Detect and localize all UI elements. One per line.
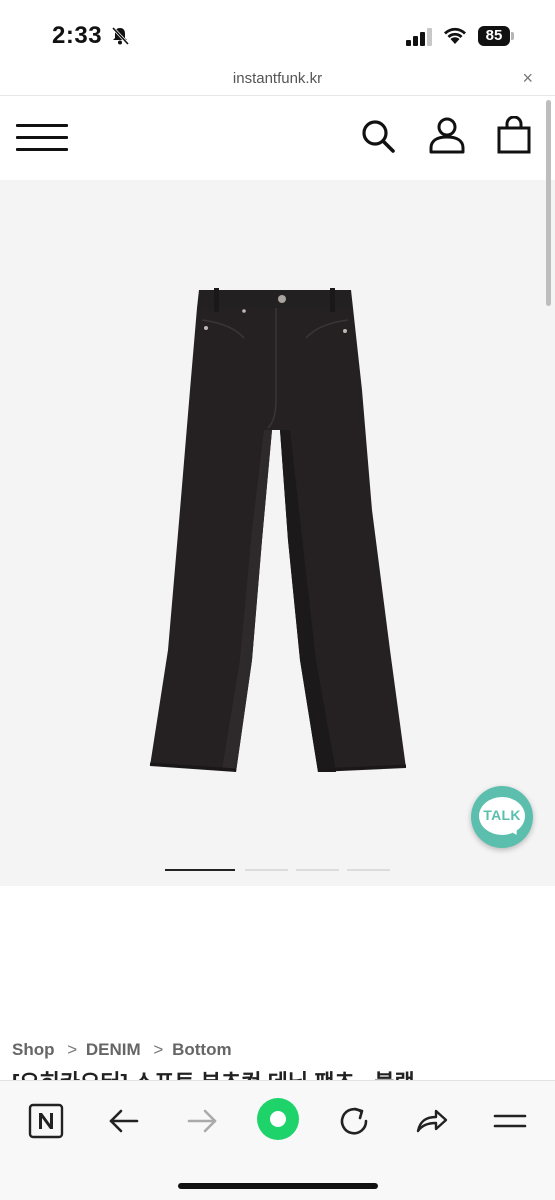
forward-arrow-icon[interactable]	[184, 1103, 220, 1139]
user-icon[interactable]	[428, 116, 466, 154]
naver-n-icon[interactable]	[28, 1103, 64, 1139]
url-text[interactable]: instantfunk.kr	[0, 70, 555, 87]
carousel-dot-3[interactable]	[296, 869, 339, 871]
search-icon[interactable]	[360, 118, 396, 154]
carousel-dot-1[interactable]	[165, 869, 235, 871]
back-arrow-icon[interactable]	[106, 1103, 142, 1139]
scrollbar[interactable]	[546, 100, 551, 306]
home-indicator	[178, 1183, 378, 1189]
url-bar[interactable]: instantfunk.kr ×	[0, 66, 555, 96]
signal-icon	[406, 28, 432, 46]
breadcrumb-bottom[interactable]: Bottom	[172, 1040, 231, 1059]
breadcrumb: Shop > DENIM > Bottom	[12, 1040, 232, 1060]
refresh-icon[interactable]	[336, 1103, 372, 1139]
menu-lines-icon[interactable]	[492, 1103, 528, 1139]
product-title-text: [오히카오터] 스프트 부츠컷 데님 팬츠 - 블랙	[12, 1070, 532, 1080]
close-icon[interactable]: ×	[522, 68, 533, 89]
carousel-dot-4[interactable]	[347, 869, 390, 871]
carousel-indicator	[165, 869, 395, 872]
green-dot-icon[interactable]	[256, 1097, 300, 1141]
breadcrumb-separator: >	[153, 1040, 164, 1059]
wifi-icon	[444, 27, 466, 44]
browser-toolbar	[0, 1080, 555, 1200]
product-image-carousel[interactable]	[0, 180, 555, 886]
product-title: [오히카오터] 스프트 부츠컷 데님 팬츠 - 블랙	[12, 1070, 532, 1080]
site-header	[0, 96, 555, 180]
share-icon[interactable]	[414, 1103, 450, 1139]
status-time: 2:33	[52, 22, 103, 49]
breadcrumb-separator: >	[67, 1040, 78, 1059]
battery-level: 85	[478, 26, 510, 46]
carousel-dot-2[interactable]	[245, 869, 288, 871]
breadcrumb-shop[interactable]: Shop	[12, 1040, 55, 1059]
bag-icon[interactable]	[496, 116, 532, 154]
battery-tip	[511, 32, 514, 40]
talk-label: TALK	[483, 807, 521, 823]
product-image[interactable]	[140, 280, 420, 780]
status-bar: 2:33 85	[0, 0, 555, 66]
bell-muted-icon	[111, 26, 130, 46]
menu-icon[interactable]	[16, 124, 68, 152]
battery-indicator: 85	[478, 26, 514, 46]
talk-chat-button[interactable]: TALK	[471, 786, 533, 848]
breadcrumb-denim[interactable]: DENIM	[86, 1040, 141, 1059]
